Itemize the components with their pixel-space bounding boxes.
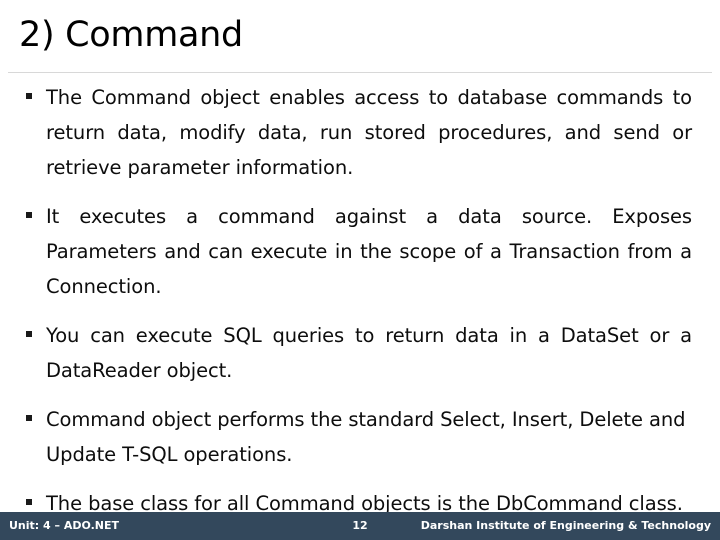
footer-institute-name: Darshan Institute of Engineering & Techn… [420,519,711,532]
title-divider [8,72,712,73]
page-title: 2) Command [19,15,243,55]
square-bullet-icon [26,415,32,421]
list-item: You can execute SQL queries to return da… [0,318,720,388]
list-item: It executes a command against a data sou… [0,199,720,304]
bullet-text: The Command object enables access to dat… [46,86,692,179]
slide-body: The Command object enables access to dat… [0,80,720,515]
bullet-text: It executes a command against a data sou… [46,205,692,298]
square-bullet-icon [26,212,32,218]
list-item: The Command object enables access to dat… [0,80,720,185]
bullet-text: You can execute SQL queries to return da… [46,324,692,382]
square-bullet-icon [26,93,32,99]
bullet-text: Command object performs the standard Sel… [46,408,686,466]
square-bullet-icon [26,499,32,505]
slide-title-area: 2) Command [0,0,720,73]
slide-footer: Unit: 4 – ADO.NET 12 Darshan Institute o… [0,512,720,540]
presentation-slide: 2) Command The Command object enables ac… [0,0,720,540]
list-item: Command object performs the standard Sel… [0,402,720,472]
square-bullet-icon [26,331,32,337]
